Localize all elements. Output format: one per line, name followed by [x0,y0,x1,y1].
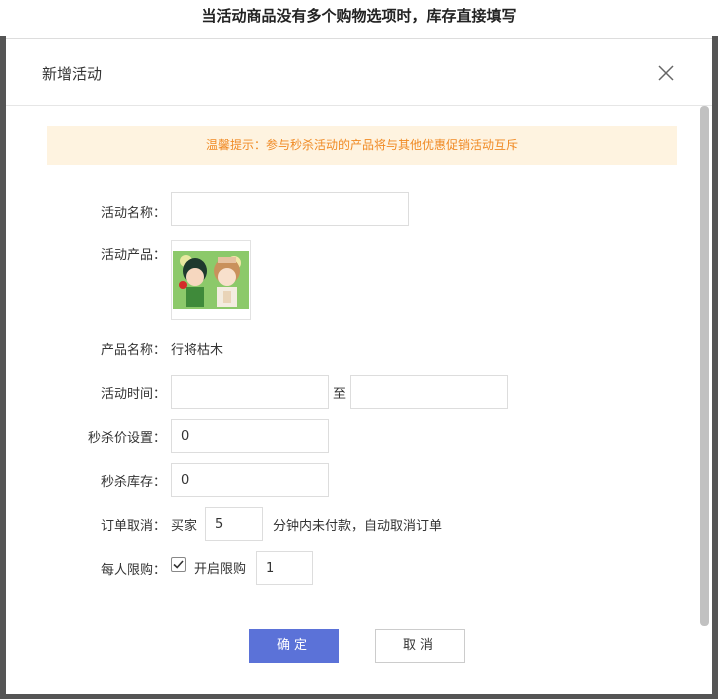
order-cancel-label: 订单取消： [100,519,166,534]
activity-start-time-input[interactable] [171,375,329,409]
dialog-scrollbar[interactable] [700,106,709,626]
seckill-stock-label: 秒杀库存： [100,475,166,490]
confirm-button[interactable]: 确定 [249,629,339,663]
product-name-label: 产品名称： [100,343,166,358]
product-name-value: 行将枯木 [171,343,224,358]
activity-name-label: 活动名称： [100,206,166,221]
frame-right-border [712,36,718,699]
activity-product-label: 活动产品： [100,248,166,263]
time-separator: 至 [333,387,347,402]
purchase-limit-input[interactable] [256,551,313,585]
purchase-limit-checkbox-label[interactable]: 开启限购 [194,558,246,577]
close-icon [658,65,674,81]
tip-banner: 温馨提示：参与秒杀活动的产品将与其他优惠促销活动互斥 [47,126,677,165]
cancel-button[interactable]: 取消 [375,629,465,663]
activity-end-time-input[interactable] [350,375,508,409]
seckill-price-label: 秒杀价设置： [87,431,166,446]
seckill-price-input[interactable] [171,419,329,453]
activity-name-input[interactable] [171,192,409,226]
activity-time-label: 活动时间： [100,387,166,402]
dialog-header: 新增活动 [6,39,712,106]
order-cancel-prefix: 买家 [171,519,198,534]
product-thumbnail[interactable] [171,240,251,320]
dialog-title: 新增活动 [42,65,103,83]
close-button[interactable] [656,63,676,83]
seckill-stock-input[interactable] [171,463,329,497]
order-cancel-suffix: 分钟内未付款，自动取消订单 [273,519,443,534]
purchase-limit-label: 每人限购： [100,563,166,578]
check-icon [173,560,184,569]
page-caption: 当活动商品没有多个购物选项时，库存直接填写 [201,7,517,25]
add-activity-dialog: 新增活动 温馨提示：参与秒杀活动的产品将与其他优惠促销活动互斥 活动名称： 活动… [6,38,712,694]
product-thumbnail-image [172,241,250,319]
purchase-limit-checkbox[interactable] [171,557,186,572]
order-cancel-minutes-input[interactable] [205,507,263,541]
